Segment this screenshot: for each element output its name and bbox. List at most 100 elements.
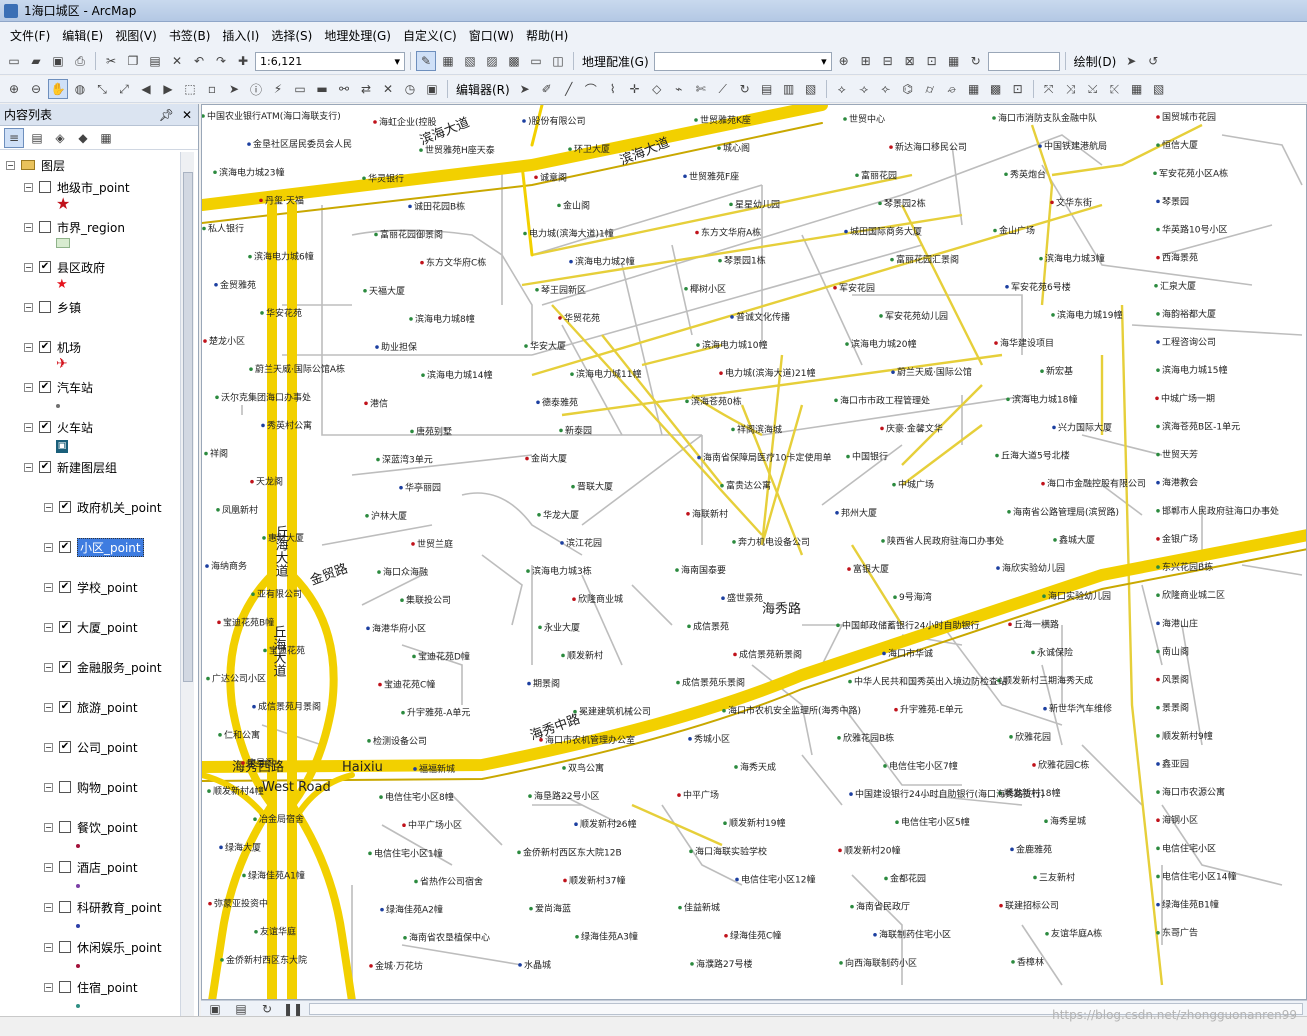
new-document-icon[interactable]: ▭ [4, 51, 24, 71]
poi-point[interactable] [1156, 537, 1160, 541]
menu-edit[interactable]: 编辑(E) [56, 24, 109, 47]
poi-point[interactable] [1156, 734, 1160, 738]
poi-point[interactable] [834, 398, 838, 403]
georef-tool-icon[interactable]: ⊠ [900, 51, 920, 71]
poi-point[interactable] [694, 118, 698, 122]
poi-point[interactable] [1156, 593, 1160, 597]
collapse-icon[interactable]: − [44, 622, 53, 632]
spatial-adjust-icon[interactable]: ⤧ [1039, 79, 1059, 99]
poi-point[interactable] [1156, 340, 1160, 344]
poi-point[interactable] [882, 651, 886, 656]
poi-point[interactable] [368, 851, 372, 856]
poi-point[interactable] [202, 226, 206, 231]
layer-row[interactable]: − ✔ 县区政府 [24, 258, 105, 276]
poi-point[interactable] [731, 427, 735, 432]
layer-row[interactable]: − 科研教育_point [44, 898, 162, 916]
poi-point[interactable] [686, 512, 690, 516]
poi-point[interactable] [879, 314, 883, 318]
poi-point[interactable] [205, 564, 209, 568]
poi-point[interactable] [413, 767, 417, 771]
collapse-icon[interactable]: − [24, 342, 33, 352]
poi-point[interactable] [538, 625, 542, 630]
layer-row[interactable]: − ✔ 政府机关_point [44, 498, 162, 516]
toc-options-icon[interactable]: ▦ [96, 128, 116, 148]
poi-point[interactable] [241, 761, 245, 765]
poi-point[interactable] [688, 737, 692, 741]
rotate-feature-icon[interactable]: ↻ [735, 79, 755, 99]
layer-visibility-checkbox[interactable]: ✔ [39, 421, 51, 433]
georeferencing-menu[interactable]: 地理配准(G) [579, 53, 652, 70]
menu-windows[interactable]: 窗口(W) [463, 24, 520, 47]
poi-point[interactable] [208, 901, 212, 906]
collapse-icon[interactable]: − [44, 502, 53, 512]
poi-point[interactable] [529, 906, 533, 911]
select-pointer-icon[interactable]: ➤ [224, 79, 244, 99]
layer-visibility-checkbox[interactable] [59, 781, 71, 793]
delete-icon[interactable]: ✕ [167, 51, 187, 71]
poi-point[interactable] [878, 201, 882, 206]
poi-point[interactable] [373, 120, 377, 124]
poi-point[interactable] [410, 429, 414, 434]
collapse-icon[interactable]: − [44, 742, 53, 752]
poi-point[interactable] [537, 513, 541, 517]
poi-point[interactable] [689, 849, 693, 854]
time-slider-icon[interactable]: ◷ [400, 79, 420, 99]
collapse-icon[interactable]: − [44, 542, 53, 552]
collapse-icon[interactable]: − [44, 582, 53, 592]
measure-icon[interactable]: ▬ [312, 79, 332, 99]
layer-row[interactable]: − 住宿_point [44, 978, 138, 996]
layer-visibility-checkbox[interactable]: ✔ [39, 461, 51, 473]
layer-row[interactable]: − 休闲娱乐_point [44, 938, 162, 956]
redo-icon[interactable]: ↷ [211, 51, 231, 71]
poi-point[interactable] [889, 145, 893, 149]
poi-point[interactable] [534, 175, 538, 180]
poi-point[interactable] [254, 929, 258, 934]
layer-name[interactable]: 火车站 [57, 419, 93, 436]
layer-visibility-checkbox[interactable] [59, 981, 71, 993]
model-builder-icon[interactable]: ◫ [548, 51, 568, 71]
layer-visibility-checkbox[interactable]: ✔ [39, 381, 51, 393]
poi-point[interactable] [994, 341, 998, 345]
layer-visibility-checkbox[interactable] [59, 861, 71, 873]
poi-point[interactable] [574, 822, 578, 827]
collapse-icon[interactable]: − [24, 462, 33, 472]
collapse-icon[interactable]: − [44, 662, 53, 672]
straight-segment-icon[interactable]: ╱ [559, 79, 579, 99]
point-icon[interactable]: ✛ [625, 79, 645, 99]
poi-point[interactable] [248, 254, 252, 259]
layer-name[interactable]: 地级市_point [57, 179, 130, 196]
layer-name[interactable]: 科研教育_point [77, 899, 162, 916]
poi-point[interactable] [362, 176, 366, 181]
draw-menu[interactable]: 绘制(D) [1071, 53, 1120, 70]
georef-layer-combo[interactable]: ▾ [653, 51, 832, 71]
poi-point[interactable] [1053, 538, 1057, 542]
pan-hand-icon[interactable]: ✋ [48, 79, 68, 99]
layer-row[interactable]: − 市界_region [24, 218, 125, 236]
poi-point[interactable] [684, 286, 688, 291]
poi-point[interactable] [883, 764, 887, 768]
poi-point[interactable] [399, 485, 403, 490]
find-route-icon[interactable]: ⇄ [356, 79, 376, 99]
poi-point[interactable] [723, 821, 727, 826]
poi-point[interactable] [1041, 481, 1045, 486]
poi-point[interactable] [890, 257, 894, 262]
poi-point[interactable] [216, 508, 220, 512]
poi-point[interactable] [202, 114, 205, 118]
map-view[interactable]: 滨海大道 滨海大道 海秀中路 海秀西路 Haixiu West Road 丘海大道 丘海大道海… [201, 104, 1307, 1000]
identify-icon[interactable]: ⓘ [246, 79, 266, 99]
clear-selection-icon[interactable]: ▫ [202, 79, 222, 99]
poi-point[interactable] [562, 766, 566, 770]
georef-tool-icon[interactable]: ⊡ [922, 51, 942, 71]
edit-annotation-icon[interactable]: ✐ [537, 79, 557, 99]
topology-tool-icon[interactable]: ⟡ [832, 79, 852, 99]
poi-point[interactable] [1156, 143, 1160, 147]
layer-name[interactable]: 旅游_point [77, 699, 138, 716]
poi-point[interactable] [1156, 115, 1160, 119]
poi-point[interactable] [1156, 199, 1160, 204]
layer-name[interactable]: 机场 [57, 339, 81, 356]
spatial-adjust-icon[interactable]: ⤪ [1105, 79, 1125, 99]
layer-visibility-checkbox[interactable]: ✔ [59, 701, 71, 713]
georef-input[interactable] [987, 51, 1060, 71]
menu-geoprocessing[interactable]: 地理处理(G) [318, 24, 397, 47]
poi-point[interactable] [855, 173, 859, 178]
